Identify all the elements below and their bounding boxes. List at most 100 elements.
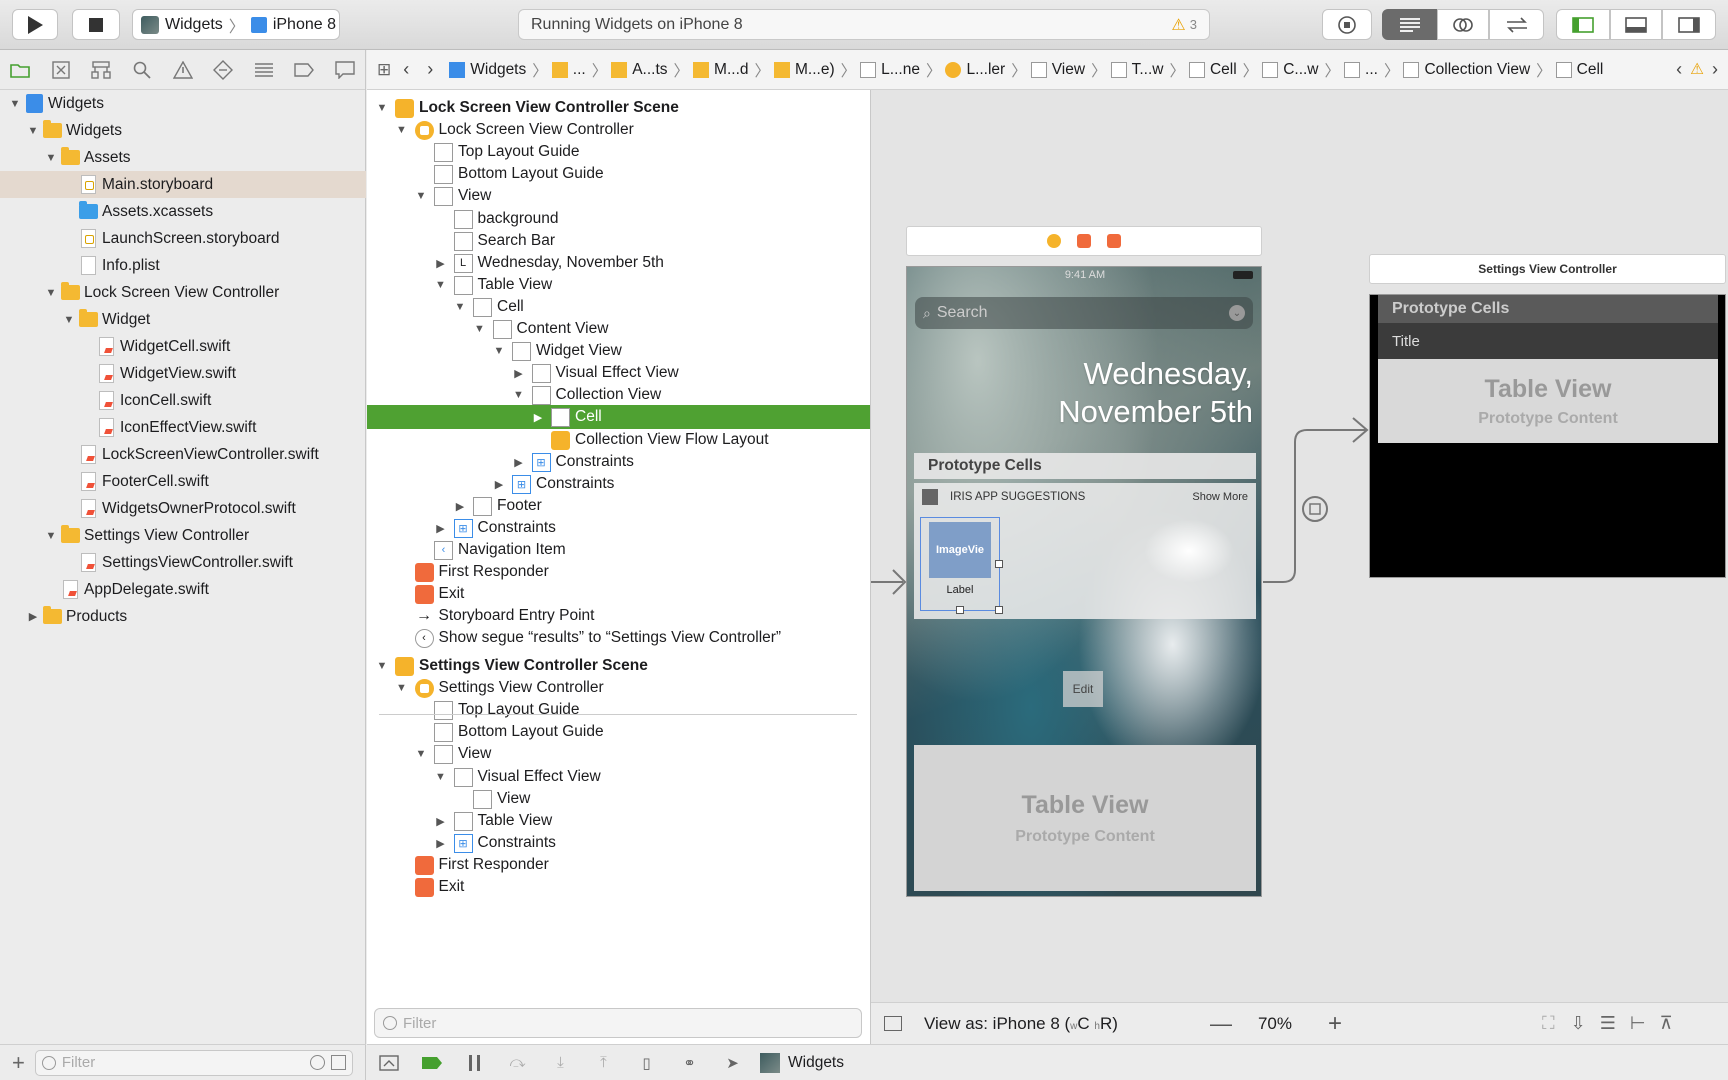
edit-button[interactable]: Edit bbox=[1063, 671, 1103, 707]
add-icon[interactable]: + bbox=[12, 1050, 25, 1076]
outline-item[interactable]: ▶ ⊞ Constraints bbox=[367, 472, 870, 496]
disclosure-triangle-icon[interactable]: ▼ bbox=[414, 747, 428, 761]
jump-bar-item[interactable]: Collection View bbox=[1403, 61, 1530, 79]
outline-item[interactable]: First Responder bbox=[367, 853, 870, 877]
outline-item[interactable]: ▶ Footer bbox=[367, 494, 870, 518]
jump-bar-item[interactable]: L...ne bbox=[860, 61, 920, 79]
step-into-icon[interactable]: ⤓ bbox=[539, 1045, 582, 1080]
test-navigator-tab[interactable] bbox=[203, 50, 244, 90]
outline-item[interactable]: ▼ Widget View bbox=[367, 339, 870, 363]
outline-item[interactable]: ▶ ⊞ Constraints bbox=[367, 831, 870, 855]
scene-header[interactable]: ▼ Lock Screen View Controller Scene bbox=[367, 96, 870, 120]
breakpoint-button[interactable] bbox=[1322, 9, 1372, 40]
disclosure-triangle-icon[interactable]: ▼ bbox=[492, 344, 506, 358]
disclosure-triangle-icon[interactable]: ▶ bbox=[512, 366, 526, 380]
outline-item[interactable]: ▶ L Wednesday, November 5th bbox=[367, 251, 870, 275]
pin-icon[interactable]: ⊢ bbox=[1630, 1013, 1646, 1034]
disclosure-triangle-icon[interactable]: ▼ bbox=[375, 101, 389, 115]
disclosure-triangle-icon[interactable]: ▼ bbox=[512, 388, 526, 402]
symbol-navigator-tab[interactable] bbox=[81, 50, 122, 90]
settings-table-view[interactable]: Table View Prototype Content bbox=[1378, 359, 1718, 443]
jump-bar-item[interactable]: M...e) bbox=[774, 61, 835, 79]
jump-bar-item[interactable]: View bbox=[1030, 61, 1085, 79]
navigator-item[interactable]: WidgetsOwnerProtocol.swift bbox=[0, 495, 366, 522]
scheme-selector[interactable]: Widgets 〉 iPhone 8 bbox=[132, 9, 340, 40]
navigator-item[interactable]: ▼ Lock Screen View Controller bbox=[0, 279, 366, 306]
disclosure-triangle-icon[interactable]: ▼ bbox=[395, 123, 409, 137]
outline-item[interactable]: ▶ Visual Effect View bbox=[367, 361, 870, 385]
resize-handle[interactable] bbox=[995, 560, 1003, 568]
outline-item[interactable]: ▼ Lock Screen View Controller bbox=[367, 118, 870, 142]
outline-item[interactable]: ▶ Table View bbox=[367, 809, 870, 833]
zoom-out-button[interactable]: — bbox=[1210, 1011, 1232, 1037]
outline-item[interactable]: → Storyboard Entry Point bbox=[367, 604, 870, 628]
disclosure-triangle-icon[interactable]: ▼ bbox=[375, 659, 389, 673]
disclosure-triangle-icon[interactable]: ▼ bbox=[44, 529, 58, 543]
back-icon[interactable]: ‹ bbox=[403, 59, 409, 80]
clock-icon[interactable] bbox=[309, 1055, 325, 1070]
settings-title-cell[interactable]: Title bbox=[1378, 323, 1718, 359]
resolve-issues-icon[interactable]: ⊼ bbox=[1660, 1013, 1673, 1034]
navigator-item[interactable]: IconEffectView.swift bbox=[0, 414, 366, 441]
outline-item[interactable]: background bbox=[367, 207, 870, 231]
disclosure-triangle-icon[interactable]: ▼ bbox=[26, 124, 40, 138]
outline-item[interactable]: Top Layout Guide bbox=[367, 698, 870, 722]
align-icon[interactable]: ☰ bbox=[1600, 1013, 1616, 1034]
forward-icon[interactable]: › bbox=[427, 59, 433, 80]
disclosure-triangle-icon[interactable]: ▶ bbox=[492, 477, 506, 491]
disclosure-triangle-icon[interactable]: ▶ bbox=[434, 521, 448, 535]
project-navigator-tab[interactable] bbox=[0, 50, 41, 90]
navigator-item[interactable]: ▶ Products bbox=[0, 603, 366, 630]
hide-debug-area-icon[interactable] bbox=[367, 1045, 410, 1080]
scene-header[interactable]: ▼ Settings View Controller Scene bbox=[367, 654, 870, 678]
outline-item[interactable]: ‹ Show segue “results” to “Settings View … bbox=[367, 626, 870, 650]
disclosure-triangle-icon[interactable]: ▼ bbox=[473, 322, 487, 336]
navigator-item[interactable]: LaunchScreen.storyboard bbox=[0, 225, 366, 252]
assistant-editor-button[interactable] bbox=[1437, 9, 1489, 40]
outline-item[interactable]: Top Layout Guide bbox=[367, 140, 870, 164]
exit-icon[interactable] bbox=[1107, 234, 1121, 248]
navigator-item[interactable]: ▼ Assets bbox=[0, 144, 366, 171]
outline-item[interactable]: ▼ View bbox=[367, 184, 870, 208]
disclosure-triangle-icon[interactable]: ▼ bbox=[453, 300, 467, 314]
settings-scene-title[interactable]: Settings View Controller bbox=[1369, 254, 1726, 284]
navigator-item[interactable]: ▼ Widget bbox=[0, 306, 366, 333]
navigator-item[interactable]: Assets.xcassets bbox=[0, 198, 366, 225]
view-debugger-icon[interactable]: ▯ bbox=[625, 1045, 668, 1080]
outline-item[interactable]: ▼ Collection View bbox=[367, 383, 870, 407]
navigator-item[interactable]: WidgetView.swift bbox=[0, 360, 366, 387]
disclosure-triangle-icon[interactable]: ▼ bbox=[8, 97, 22, 111]
navigator-item[interactable]: IconCell.swift bbox=[0, 387, 366, 414]
navigator-item[interactable]: AppDelegate.swift bbox=[0, 576, 366, 603]
disclosure-triangle-icon[interactable]: ▼ bbox=[395, 681, 409, 695]
navigator-item[interactable]: Main.storyboard bbox=[0, 171, 366, 198]
disclosure-triangle-icon[interactable]: ▼ bbox=[414, 189, 428, 203]
outline-item[interactable]: Exit bbox=[367, 875, 870, 899]
disclosure-triangle-icon[interactable]: ▼ bbox=[434, 770, 448, 784]
outline-item[interactable]: ▼ Visual Effect View bbox=[367, 765, 870, 789]
jump-bar-item[interactable]: T...w bbox=[1110, 61, 1163, 79]
disclosure-triangle-icon[interactable]: ▶ bbox=[434, 836, 448, 850]
memory-graph-icon[interactable]: ⚭ bbox=[668, 1045, 711, 1080]
outline-item[interactable]: ▶ Cell bbox=[367, 405, 870, 429]
prev-issue-icon[interactable]: ‹ bbox=[1676, 59, 1682, 80]
outline-item[interactable]: Search Bar bbox=[367, 229, 870, 253]
outline-item[interactable]: ▶ ⊞ Constraints bbox=[367, 450, 870, 474]
embed-in-icon[interactable]: ⇩ bbox=[1571, 1013, 1586, 1034]
lock-screen-view[interactable]: 9:41 AM ⌕ Search ⌄ Wednesday, November 5… bbox=[906, 266, 1262, 897]
outline-item[interactable]: ‹ Navigation Item bbox=[367, 538, 870, 562]
navigator-filter[interactable]: Filter bbox=[34, 1049, 353, 1076]
debug-navigator-tab[interactable] bbox=[243, 50, 284, 90]
disclosure-triangle-icon[interactable]: ▶ bbox=[531, 410, 545, 424]
step-out-icon[interactable]: ⤒ bbox=[582, 1045, 625, 1080]
toggle-inspector-button[interactable] bbox=[1662, 9, 1716, 40]
standard-editor-button[interactable] bbox=[1382, 9, 1437, 40]
outline-filter[interactable]: Filter bbox=[374, 1008, 862, 1038]
outline-toggle-icon[interactable] bbox=[884, 1016, 902, 1031]
disclosure-triangle-icon[interactable]: ▶ bbox=[26, 610, 40, 624]
jump-bar-item[interactable]: ... bbox=[1344, 61, 1378, 79]
disclosure-triangle-icon[interactable]: ▶ bbox=[434, 256, 448, 270]
navigator-item[interactable]: ▼ Widgets bbox=[0, 90, 366, 117]
lock-screen-scene-dock[interactable] bbox=[906, 226, 1262, 256]
disclosure-triangle-icon[interactable]: ▶ bbox=[453, 499, 467, 513]
